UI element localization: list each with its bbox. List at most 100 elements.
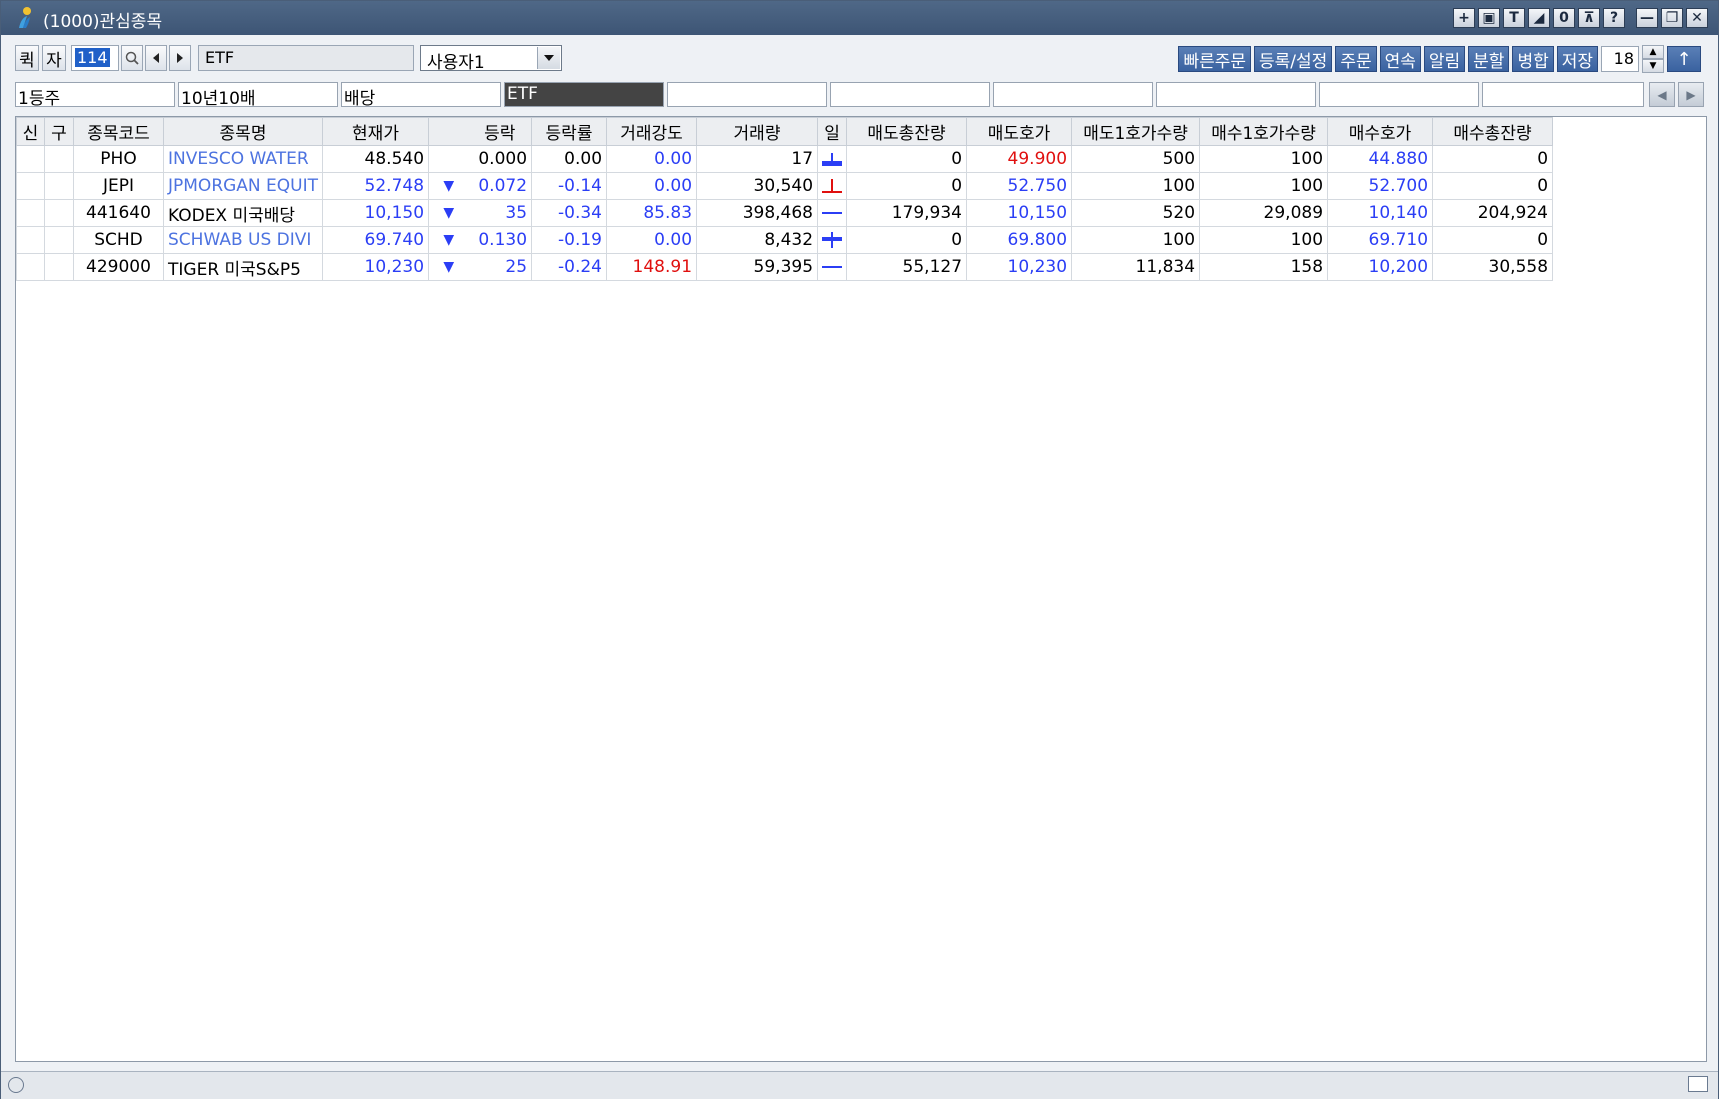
daily-candle-icon [817, 199, 848, 227]
table-row[interactable]: JEPI JPMORGAN EQUIT 52.748 ▼ 0.072 -0.14 0.00 3… [16, 172, 1554, 200]
column-header-volume[interactable]: 거래량 [696, 117, 819, 146]
daily-candle-icon [817, 226, 848, 254]
window-title: (1000)관심종목 [43, 12, 163, 32]
column-header-ask-total[interactable]: 매도총잔량 [846, 117, 968, 146]
tab-next-icon[interactable]: ▶ [1678, 82, 1704, 107]
group-tab-6[interactable] [830, 82, 990, 107]
cell-bid-total: 0 [1432, 226, 1554, 254]
cell-bid-total: 30,558 [1432, 253, 1554, 281]
stepper-down-icon[interactable]: ▼ [1642, 59, 1664, 73]
cell-change: 0.130 [468, 226, 533, 254]
cell-code: 441640 [73, 199, 164, 227]
table-row[interactable]: 441640 KODEX 미국배당 10,150 ▼ 35 -0.34 85.83 398,4… [16, 199, 1554, 227]
table-row[interactable]: SCHD SCHWAB US DIVI 69.740 ▼ 0.130 -0.19 0.00 8… [16, 226, 1554, 254]
cell-strength: 85.83 [606, 199, 698, 227]
cell-price: 52.748 [322, 172, 430, 200]
pin-icon[interactable]: ⊼ [1578, 8, 1600, 28]
resize-icon[interactable]: ◢ [1528, 8, 1550, 28]
move-up-button[interactable]: ↑ [1667, 46, 1701, 72]
column-header-new[interactable]: 신 [16, 117, 45, 146]
cell-bid: 69.710 [1327, 226, 1434, 254]
title-bar[interactable]: (1000)관심종목 + ▣ T ◢ 0 ⊼ ? — ❐ ✕ [1, 1, 1718, 35]
add-window-icon[interactable]: + [1453, 8, 1475, 28]
split-button[interactable]: 분할 [1468, 46, 1510, 72]
cell-name: TIGER 미국S&P5 [162, 253, 324, 281]
cell-name: INVESCO WATER [162, 145, 324, 173]
column-header-direction[interactable] [428, 117, 469, 146]
status-indicator-icon[interactable] [8, 1077, 24, 1093]
stock-code-input[interactable]: 114 [71, 45, 119, 71]
row-count-input[interactable]: 18 [1601, 46, 1639, 72]
group-tab-3[interactable]: 배당 [341, 82, 501, 107]
group-tab-9[interactable] [1319, 82, 1479, 107]
zero-icon[interactable]: 0 [1553, 8, 1575, 28]
column-header-gu[interactable]: 구 [44, 117, 74, 146]
cell-bid1-qty: 100 [1199, 145, 1329, 173]
group-tab-10[interactable] [1482, 82, 1644, 107]
app-logo-icon [19, 7, 31, 28]
group-tab-2[interactable]: 10년10배 [178, 82, 338, 107]
cell-rate: 0.00 [531, 145, 608, 173]
table-row[interactable]: PHO INVESCO WATER 48.540 0.000 0.00 0.00 17 0 49… [16, 145, 1554, 173]
close-icon[interactable]: ✕ [1686, 8, 1708, 28]
watchlist-table: 신 구 종목코드 종목명 현재가 등락 등락률 거래강도 거래량 일 매도총잔량 매도호가 매도1호가수… [16, 117, 1554, 281]
window-layout-icon[interactable] [1688, 1076, 1708, 1092]
chevron-down-icon[interactable] [537, 47, 560, 69]
table-header-row: 신 구 종목코드 종목명 현재가 등락 등락률 거래강도 거래량 일 매도총잔량 매도호가 매도1호가수… [16, 117, 1554, 146]
cell-strength: 148.91 [606, 253, 698, 281]
cell-bid: 10,140 [1327, 199, 1434, 227]
register-settings-button[interactable]: 등록/설정 [1254, 46, 1333, 72]
column-header-bid-price[interactable]: 매수호가 [1327, 117, 1434, 146]
group-tab-1[interactable]: 1등주 [15, 82, 175, 107]
column-header-current-price[interactable]: 현재가 [322, 117, 430, 146]
cell-new [16, 226, 45, 254]
minimize-icon[interactable]: — [1636, 8, 1658, 28]
order-button[interactable]: 주문 [1335, 46, 1377, 72]
search-icon[interactable] [121, 45, 143, 71]
cell-ask: 10,150 [966, 199, 1073, 227]
stepper-up-icon[interactable]: ▲ [1642, 45, 1664, 59]
column-header-ask1-qty[interactable]: 매도1호가수량 [1071, 117, 1201, 146]
column-header-bid-total[interactable]: 매수총잔량 [1432, 117, 1554, 146]
cell-ask1-qty: 11,834 [1071, 253, 1201, 281]
cell-change: 25 [468, 253, 533, 281]
cell-volume: 398,468 [696, 199, 819, 227]
maximize-icon[interactable]: ❐ [1661, 8, 1683, 28]
cell-code: 429000 [73, 253, 164, 281]
column-header-change-rate[interactable]: 등락률 [531, 117, 608, 146]
help-icon[interactable]: ? [1603, 8, 1625, 28]
group-tabs: 1등주 10년10배 배당 ETF ◀ ▶ [15, 82, 1707, 108]
cell-dir [428, 145, 469, 173]
tab-prev-icon[interactable]: ◀ [1649, 82, 1675, 107]
cell-code: PHO [73, 145, 164, 173]
column-header-stock-name[interactable]: 종목명 [162, 117, 324, 146]
cell-volume: 59,395 [696, 253, 819, 281]
group-tab-4[interactable]: ETF [504, 82, 664, 107]
column-header-change[interactable]: 등락 [468, 117, 533, 146]
text-icon[interactable]: T [1503, 8, 1525, 28]
continuous-button[interactable]: 연속 [1379, 46, 1421, 72]
group-select[interactable]: 사용자1 [420, 45, 562, 73]
group-tab-8[interactable] [1156, 82, 1316, 107]
row-count-stepper[interactable]: ▲ ▼ [1642, 45, 1664, 73]
alert-button[interactable]: 알림 [1423, 46, 1466, 72]
quick-button[interactable]: 퀵 [15, 45, 39, 71]
group-tab-7[interactable] [993, 82, 1153, 107]
quick-order-button[interactable]: 빠른주문 [1178, 46, 1252, 72]
prev-arrow-icon[interactable] [145, 45, 167, 71]
column-header-daily[interactable]: 일 [817, 117, 848, 146]
column-header-strength[interactable]: 거래강도 [606, 117, 698, 146]
cell-code: JEPI [73, 172, 164, 200]
column-header-stock-code[interactable]: 종목코드 [73, 117, 164, 146]
save-button[interactable]: 저장 [1556, 46, 1598, 72]
next-arrow-icon[interactable] [169, 45, 191, 71]
table-row[interactable]: 429000 TIGER 미국S&P5 10,230 ▼ 25 -0.24 148.91 59… [16, 253, 1554, 281]
ja-button[interactable]: 자 [42, 45, 66, 71]
cell-strength: 0.00 [606, 226, 698, 254]
merge-button[interactable]: 병합 [1512, 46, 1554, 72]
cell-bid1-qty: 100 [1199, 226, 1329, 254]
column-header-ask-price[interactable]: 매도호가 [966, 117, 1073, 146]
column-header-bid1-qty[interactable]: 매수1호가수량 [1199, 117, 1329, 146]
monitor-icon[interactable]: ▣ [1478, 8, 1500, 28]
group-tab-5[interactable] [667, 82, 827, 107]
